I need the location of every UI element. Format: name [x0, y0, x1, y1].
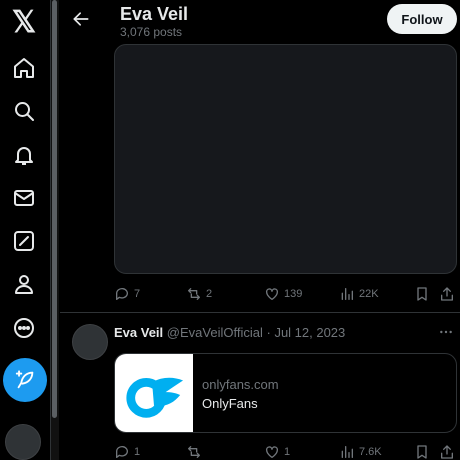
nav-home[interactable] [6, 50, 42, 86]
bar-chart-icon [341, 446, 353, 458]
post-more-button[interactable] [437, 324, 455, 340]
follow-button[interactable]: Follow [387, 4, 457, 34]
nav-profile[interactable] [6, 266, 42, 302]
nav-grok[interactable] [6, 223, 42, 259]
view-count: 7.6K [359, 446, 382, 458]
bar-chart-icon [341, 288, 353, 300]
reply-icon [115, 446, 128, 458]
card-thumbnail [115, 354, 193, 432]
author-handle[interactable]: @EvaVeilOfficial [167, 325, 263, 340]
grok-icon [14, 231, 34, 251]
more-circle-icon [14, 318, 34, 338]
profile-header: Eva Veil 3,076 posts Follow [60, 0, 460, 44]
view-count: 22K [359, 288, 379, 300]
mail-icon [14, 190, 34, 206]
meta-separator: · [266, 325, 271, 340]
reply-button[interactable]: 7 [114, 283, 140, 305]
views-button[interactable]: 22K [339, 283, 379, 305]
feather-plus-icon [15, 370, 34, 389]
person-icon [15, 275, 33, 294]
bookmark-icon [417, 445, 427, 459]
nav-more[interactable] [6, 310, 42, 346]
repost-count: 2 [206, 288, 213, 300]
reply-count: 1 [134, 446, 141, 458]
bookmark-button[interactable] [414, 441, 430, 460]
author-name[interactable]: Eva Veil [114, 325, 163, 340]
more-horizontal-icon [440, 330, 452, 334]
post-divider [60, 312, 460, 313]
views-button[interactable]: 7.6K [339, 441, 382, 460]
post-media-placeholder[interactable] [114, 44, 457, 274]
heart-icon [266, 446, 278, 458]
card-title: OnlyFans [202, 396, 258, 411]
share-button[interactable] [439, 441, 455, 460]
back-button[interactable] [68, 6, 94, 32]
repost-icon [188, 446, 200, 458]
repost-button[interactable] [186, 441, 206, 460]
x-logo-icon[interactable]: 𝕏 [6, 5, 42, 41]
account-avatar[interactable] [5, 424, 41, 460]
bookmark-icon [417, 287, 427, 301]
heart-icon [266, 288, 278, 300]
side-navigation: 𝕏 [0, 0, 50, 460]
search-icon [15, 102, 34, 121]
author-avatar[interactable] [72, 324, 108, 360]
nav-explore[interactable] [6, 93, 42, 129]
reply-count: 7 [134, 288, 141, 300]
bell-icon [15, 147, 33, 165]
post-actions: 7 2 139 22K [114, 283, 459, 305]
page-title: Eva Veil [120, 4, 189, 24]
scrollbar-thumb[interactable] [52, 0, 57, 418]
like-count: 1 [284, 446, 291, 458]
share-icon [441, 287, 453, 301]
post-header: Eva Veil @EvaVeilOfficial · Jul 12, 2023 [114, 325, 345, 340]
bookmark-button[interactable] [414, 283, 430, 305]
repost-button[interactable]: 2 [186, 283, 212, 305]
like-count: 139 [284, 288, 303, 300]
reply-icon [115, 288, 128, 300]
post-count: 3,076 posts [120, 25, 183, 39]
card-domain: onlyfans.com [202, 377, 279, 392]
onlyfans-logo-icon [126, 377, 184, 418]
share-button[interactable] [439, 283, 455, 305]
x-logo-glyph: 𝕏 [11, 6, 37, 39]
compose-post-button[interactable] [3, 358, 47, 402]
repost-icon [188, 288, 200, 300]
home-icon [14, 58, 34, 78]
nav-notifications[interactable] [6, 137, 42, 173]
nav-messages[interactable] [6, 180, 42, 216]
like-button[interactable]: 139 [264, 283, 302, 305]
reply-button[interactable]: 1 [114, 441, 140, 460]
arrow-left-icon [73, 12, 89, 26]
like-button[interactable]: 1 [264, 441, 290, 460]
post-actions: 1 1 7.6K [114, 441, 459, 460]
post-date[interactable]: Jul 12, 2023 [274, 325, 345, 340]
link-preview-card[interactable]: onlyfans.com OnlyFans [114, 353, 457, 433]
share-icon [441, 445, 453, 459]
